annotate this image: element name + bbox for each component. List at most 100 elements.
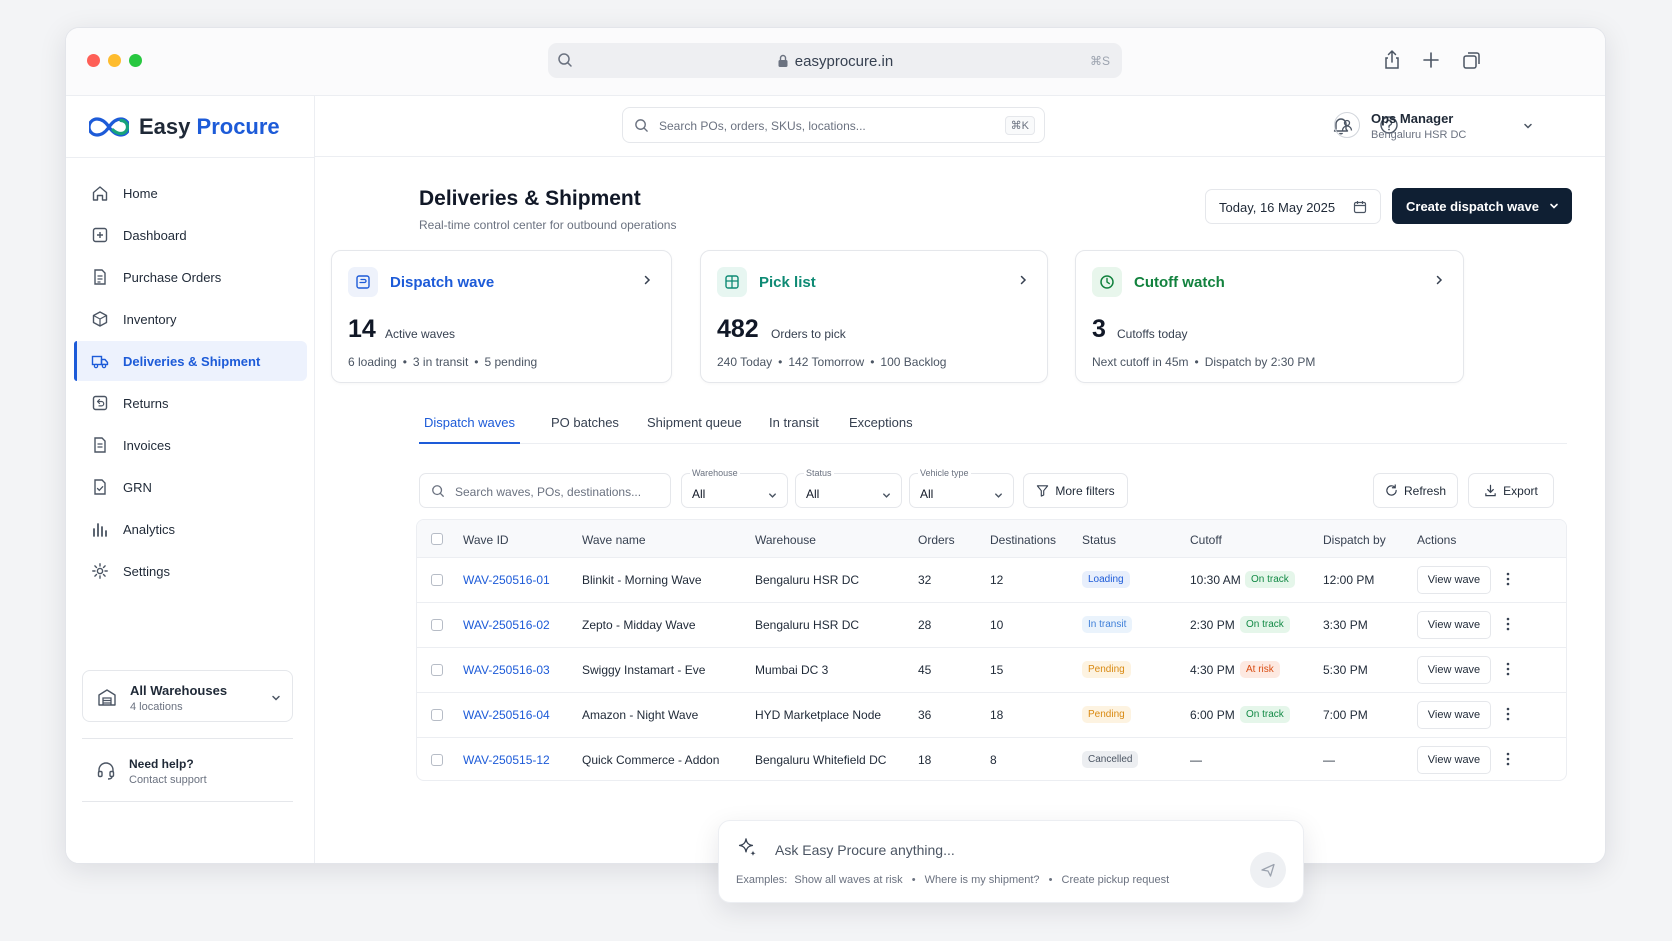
- wave-id-link[interactable]: WAV-250516-03: [463, 663, 550, 677]
- table-row[interactable]: WAV-250516-04 Amazon - Night Wave HYD Mark…: [417, 693, 1566, 738]
- sidebar-item-dashboard[interactable]: Dashboard: [74, 215, 307, 255]
- search-icon: [431, 484, 445, 503]
- sidebar-item-home[interactable]: Home: [74, 173, 307, 213]
- more-options-icon[interactable]: [1506, 707, 1510, 726]
- wave-name: Quick Commerce - Addon: [582, 753, 720, 767]
- more-options-icon[interactable]: [1506, 752, 1510, 771]
- sidebar-item-label: GRN: [123, 479, 152, 495]
- warehouse-filter-value: All: [692, 487, 706, 501]
- table-row[interactable]: WAV-250516-02 Zepto - Midday Wave Bengalur…: [417, 603, 1566, 648]
- more-options-icon[interactable]: [1506, 617, 1510, 636]
- view-wave-button[interactable]: View wave: [1417, 746, 1491, 774]
- vehicle-type-filter[interactable]: Vehicle type All: [909, 468, 1014, 508]
- wave-name: Zepto - Midday Wave: [582, 618, 696, 632]
- refresh-button[interactable]: Refresh: [1373, 473, 1458, 508]
- orders-count: 36: [918, 708, 932, 722]
- wave-id-link[interactable]: WAV-250516-02: [463, 618, 550, 632]
- tab-exceptions[interactable]: Exceptions: [849, 415, 913, 444]
- stat-detail: Next cutoff in 45m: [1092, 355, 1189, 369]
- stat-value-label: Active waves: [385, 327, 456, 341]
- wave-name: Blinkit - Morning Wave: [582, 573, 702, 587]
- dispatch-by-time: 7:00 PM: [1323, 708, 1368, 722]
- cutoff-watch-card[interactable]: Cutoff watch 3 Cutoffs today Next cutoff in…: [1075, 250, 1464, 383]
- app-logo[interactable]: Easy Procure: [89, 112, 280, 142]
- wave-id-link[interactable]: WAV-250515-12: [463, 753, 550, 767]
- wave-search-input[interactable]: Search waves, POs, destinations...: [419, 473, 671, 508]
- row-checkbox[interactable]: [431, 709, 443, 721]
- row-checkbox[interactable]: [431, 664, 443, 676]
- user-menu[interactable]: Ops Manager Bengaluru HSR DC: [1334, 108, 1534, 144]
- minimize-window-button[interactable]: [108, 54, 121, 67]
- orders-count: 32: [918, 573, 932, 587]
- tab-dispatch-waves[interactable]: Dispatch waves: [419, 415, 520, 444]
- select-all-checkbox[interactable]: [431, 533, 443, 545]
- global-search-input[interactable]: Search POs, orders, SKUs, locations... ⌘…: [622, 107, 1045, 143]
- tab-in-transit[interactable]: In transit: [769, 415, 819, 444]
- row-checkbox[interactable]: [431, 619, 443, 631]
- create-dispatch-wave-button[interactable]: Create dispatch wave: [1392, 188, 1572, 224]
- sidebar-item-inventory[interactable]: Inventory: [74, 299, 307, 339]
- close-window-button[interactable]: [87, 54, 100, 67]
- calendar-icon: [1353, 200, 1367, 217]
- sidebar-item-returns[interactable]: Returns: [74, 383, 307, 423]
- column-header-wave-name: Wave name: [582, 533, 646, 547]
- chevron-right-icon[interactable]: [1433, 273, 1445, 291]
- download-icon: [1485, 484, 1496, 497]
- tabs-overview-icon[interactable]: [1461, 49, 1485, 73]
- sidebar-item-settings[interactable]: Settings: [74, 551, 307, 591]
- assistant-input[interactable]: Ask Easy Procure anything...: [775, 842, 955, 858]
- chevron-right-icon[interactable]: [641, 273, 653, 291]
- table-row[interactable]: WAV-250516-03 Swiggy Instamart - Eve Mumba…: [417, 648, 1566, 693]
- date-picker[interactable]: Today, 16 May 2025: [1205, 189, 1381, 224]
- example-suggestion[interactable]: Where is my shipment?: [925, 874, 1040, 886]
- sidebar-item-analytics[interactable]: Analytics: [74, 509, 307, 549]
- table-row[interactable]: WAV-250516-01 Blinkit - Morning Wave Benga…: [417, 558, 1566, 603]
- status-badge: Loading: [1082, 571, 1130, 588]
- view-wave-button[interactable]: View wave: [1417, 656, 1491, 684]
- address-bar[interactable]: easyprocure.in ⌘S: [548, 43, 1122, 78]
- status-badge: Pending: [1082, 706, 1131, 723]
- dispatch-wave-card[interactable]: Dispatch wave 14 Active waves 6 loading • 3 i…: [331, 250, 672, 383]
- view-wave-button[interactable]: View wave: [1417, 701, 1491, 729]
- destinations-count: 18: [990, 708, 1004, 722]
- example-suggestion[interactable]: Show all waves at risk: [794, 874, 902, 886]
- sidebar-item-deliveries-shipment[interactable]: Deliveries & Shipment: [74, 341, 307, 381]
- pick-list-card[interactable]: Pick list 482 Orders to pick 240 Today • 142 …: [700, 250, 1048, 383]
- new-tab-icon[interactable]: [1420, 49, 1444, 73]
- contact-support-link[interactable]: Contact support: [129, 774, 207, 786]
- stat-value: 3: [1092, 315, 1106, 343]
- chevron-right-icon[interactable]: [1017, 273, 1029, 291]
- sidebar-item-label: Deliveries & Shipment: [123, 353, 261, 369]
- gear-icon: [91, 562, 109, 580]
- warehouse-filter[interactable]: Warehouse All: [681, 468, 788, 508]
- browser-window: easyprocure.in ⌘S Easy Procure Home Dashb…: [65, 27, 1606, 864]
- more-options-icon[interactable]: [1506, 662, 1510, 681]
- sidebar-item-purchase-orders[interactable]: Purchase Orders: [74, 257, 307, 297]
- sidebar-item-invoices[interactable]: Invoices: [74, 425, 307, 465]
- wave-id-link[interactable]: WAV-250516-01: [463, 573, 550, 587]
- warehouse-selector[interactable]: All Warehouses 4 locations: [82, 670, 293, 722]
- stat-value: 14: [348, 315, 376, 343]
- more-filters-button[interactable]: More filters: [1023, 473, 1128, 508]
- view-wave-button[interactable]: View wave: [1417, 566, 1491, 594]
- chevron-down-icon[interactable]: [1548, 200, 1560, 215]
- help-card[interactable]: Need help? Contact support: [82, 738, 293, 802]
- row-checkbox[interactable]: [431, 754, 443, 766]
- tab-po-batches[interactable]: PO batches: [551, 415, 619, 444]
- sidebar-item-label: Returns: [123, 395, 169, 411]
- table-row[interactable]: WAV-250515-12 Quick Commerce - Addon Benga…: [417, 738, 1566, 780]
- ai-assistant-bar[interactable]: Ask Easy Procure anything... Examples: S…: [718, 820, 1304, 903]
- status-filter[interactable]: Status All: [795, 468, 902, 508]
- row-checkbox[interactable]: [431, 574, 443, 586]
- maximize-window-button[interactable]: [129, 54, 142, 67]
- export-button[interactable]: Export: [1468, 473, 1554, 508]
- view-wave-button[interactable]: View wave: [1417, 611, 1491, 639]
- wave-id-link[interactable]: WAV-250516-04: [463, 708, 550, 722]
- more-options-icon[interactable]: [1506, 572, 1510, 591]
- send-button[interactable]: [1250, 852, 1286, 888]
- more-filters-label: More filters: [1055, 483, 1115, 498]
- example-suggestion[interactable]: Create pickup request: [1062, 874, 1170, 886]
- sidebar-item-grn[interactable]: GRN: [74, 467, 307, 507]
- tab-shipment-queue[interactable]: Shipment queue: [647, 415, 742, 444]
- share-icon[interactable]: [1381, 49, 1405, 73]
